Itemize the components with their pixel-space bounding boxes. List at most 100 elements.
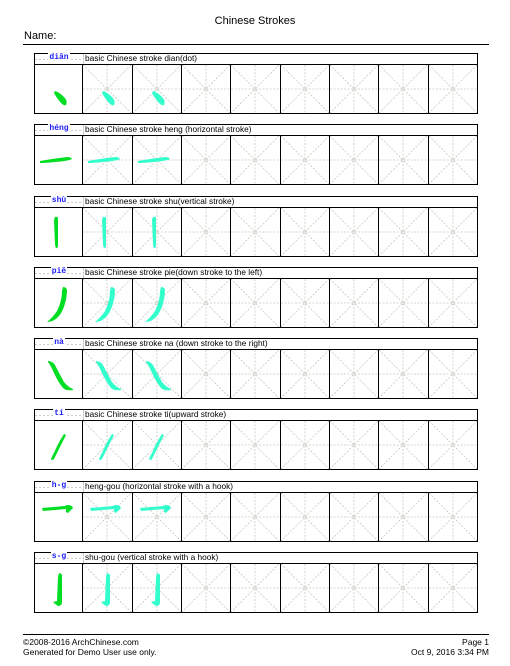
trace-cell[interactable] [133,492,182,542]
practice-cell[interactable] [429,135,478,185]
practice-cell[interactable] [182,278,231,328]
practice-guides [133,65,181,113]
trace-cell[interactable] [133,420,182,470]
model-cell [34,64,83,114]
trace-cell[interactable] [83,278,133,328]
practice-cell[interactable] [182,349,231,399]
practice-cell[interactable] [281,420,330,470]
practice-cell[interactable] [182,420,231,470]
practice-guides [231,136,279,184]
practice-cell[interactable] [330,349,379,399]
practice-cell[interactable] [281,492,330,542]
practice-cell[interactable] [429,64,478,114]
model-cell [34,563,83,613]
practice-cell[interactable] [429,420,478,470]
pinyin-text: diǎn [48,53,70,62]
practice-cell[interactable] [182,207,231,257]
practice-cell[interactable] [429,563,478,613]
practice-cell[interactable] [379,349,429,399]
trace-cell[interactable] [83,492,133,542]
practice-cell[interactable] [379,278,429,328]
practice-cell[interactable] [330,420,379,470]
trace-cell[interactable] [133,563,182,613]
trace-cell[interactable] [83,207,133,257]
practice-cell[interactable] [281,207,330,257]
stroke-description: shu-gou (vertical stroke with a hook) [85,552,219,562]
trace-cell[interactable] [83,563,133,613]
practice-grid [34,492,478,542]
trace-cell[interactable] [133,278,182,328]
trace-cell[interactable] [83,64,133,114]
practice-guides [330,279,378,327]
practice-guides [281,65,329,113]
practice-cell[interactable] [330,207,379,257]
trace-cell[interactable] [83,135,133,185]
practice-cell[interactable] [281,135,330,185]
practice-guides [83,421,131,469]
practice-cell[interactable] [330,64,379,114]
practice-cell[interactable] [231,420,281,470]
practice-guides [83,350,131,398]
practice-guides [182,493,230,541]
practice-cell[interactable] [231,278,281,328]
practice-cell[interactable] [379,492,429,542]
practice-cell[interactable] [379,207,429,257]
trace-dian-stroke-icon [102,91,115,106]
practice-cell[interactable] [182,64,231,114]
practice-cell[interactable] [231,207,281,257]
practice-cell[interactable] [281,278,330,328]
trace-cell[interactable] [83,349,133,399]
stroke-block: héng basic Chinese stroke heng (horizonta… [34,124,478,185]
pinyin-text: héng [48,124,70,133]
practice-cell[interactable] [379,563,429,613]
pinyin-cell: piě [35,267,84,278]
trace-ti-stroke-icon [149,434,164,460]
practice-cell[interactable] [330,135,379,185]
practice-guides [281,350,329,398]
trace-cell[interactable] [133,135,182,185]
practice-grid [34,420,478,470]
practice-cell[interactable] [182,563,231,613]
model-shugou-stroke-icon [53,573,63,606]
practice-cell[interactable] [429,349,478,399]
trace-cell[interactable] [133,207,182,257]
pinyin-label: tí [35,409,83,418]
pinyin-cell: tí [35,409,84,420]
practice-guides [83,136,131,184]
trace-cell[interactable] [133,349,182,399]
practice-guides [379,421,427,469]
practice-cell[interactable] [330,563,379,613]
practice-guides [231,564,279,612]
model-stroke-graphic [54,216,58,249]
model-dian-stroke-icon [54,91,67,106]
trace-cell[interactable] [133,64,182,114]
practice-guides [330,564,378,612]
practice-cell[interactable] [379,135,429,185]
trace-na-stroke-icon [146,361,171,391]
practice-cell[interactable] [429,492,478,542]
pinyin-label: héng [35,124,83,133]
practice-cell[interactable] [429,278,478,328]
practice-cell[interactable] [231,64,281,114]
stroke-description: basic Chinese stroke na (down stroke to … [85,338,268,348]
practice-cell[interactable] [231,349,281,399]
practice-cell[interactable] [231,492,281,542]
model-cell [34,349,83,399]
practice-cell[interactable] [231,135,281,185]
practice-cell[interactable] [330,278,379,328]
practice-cell[interactable] [281,563,330,613]
trace-cell[interactable] [83,420,133,470]
practice-cell[interactable] [231,563,281,613]
trace-shugou-stroke-icon [101,573,111,606]
practice-guides [231,279,279,327]
practice-cell[interactable] [281,64,330,114]
practice-cell[interactable] [330,492,379,542]
practice-cell[interactable] [429,207,478,257]
practice-cell[interactable] [182,135,231,185]
practice-cell[interactable] [379,420,429,470]
practice-cell[interactable] [182,492,231,542]
practice-cell[interactable] [281,349,330,399]
practice-cell[interactable] [379,64,429,114]
practice-guides [330,421,378,469]
pinyin-cell: h-g [35,481,84,492]
